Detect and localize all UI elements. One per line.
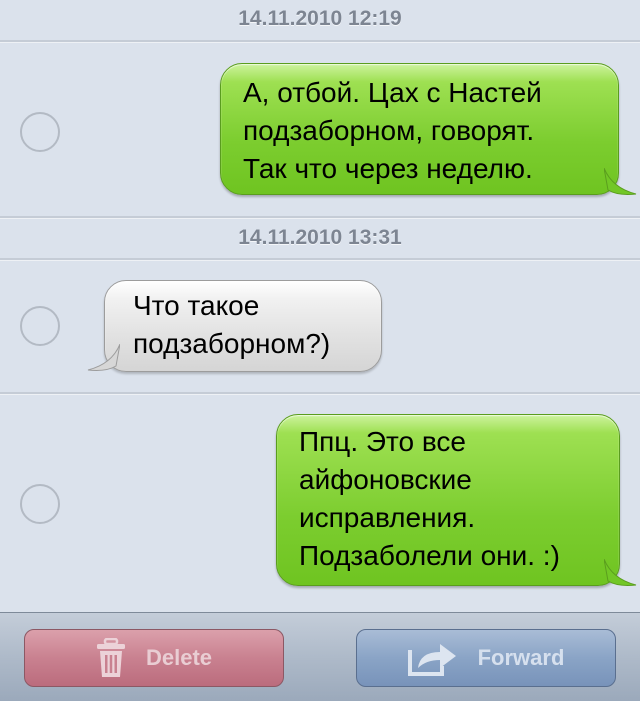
trash-icon <box>96 638 126 678</box>
message-text-line: подзаборном?) <box>133 328 331 359</box>
timestamp: 14.11.2010 13:31 <box>238 226 402 249</box>
message-text-line: айфоновские <box>299 464 472 495</box>
message-text-line: А, отбой. Цах с Настей <box>243 77 542 108</box>
message-text-line: Подзаболели они. :) <box>299 540 560 571</box>
divider <box>0 216 640 219</box>
divider <box>0 258 640 261</box>
bubble-tail <box>604 559 637 586</box>
message-text-line: подзаборном, говорят. <box>243 115 535 146</box>
bubble-tail <box>604 168 637 195</box>
bubble-tail <box>87 344 120 371</box>
outgoing-message-bubble[interactable]: А, отбой. Цах с Настей подзаборном, гово… <box>220 63 619 195</box>
incoming-message-bubble[interactable]: Что такое подзаборном?) <box>104 280 382 372</box>
delete-button-label: Delete <box>145 645 213 670</box>
bottom-toolbar: Delete Forward <box>0 612 640 701</box>
divider <box>0 392 640 395</box>
message-thread[interactable]: 14.11.2010 12:19 А, отбой. Цах с Настей … <box>0 0 640 612</box>
forward-arrow-icon <box>407 640 458 676</box>
forward-button[interactable]: Forward <box>356 629 616 687</box>
message-text-line: исправления. <box>299 502 476 533</box>
timestamp: 14.11.2010 12:19 <box>238 7 402 30</box>
select-message-checkbox[interactable] <box>20 306 60 346</box>
delete-button[interactable]: Delete <box>24 629 284 687</box>
select-message-checkbox[interactable] <box>20 112 60 152</box>
outgoing-message-bubble[interactable]: Ппц. Это все айфоновские исправления. По… <box>276 414 620 586</box>
message-text-line: Что такое <box>133 290 260 321</box>
message-text-line: Так что через неделю. <box>243 153 533 184</box>
forward-button-label: Forward <box>477 645 565 670</box>
select-message-checkbox[interactable] <box>20 484 60 524</box>
divider <box>0 40 640 43</box>
message-text-line: Ппц. Это все <box>299 426 467 457</box>
